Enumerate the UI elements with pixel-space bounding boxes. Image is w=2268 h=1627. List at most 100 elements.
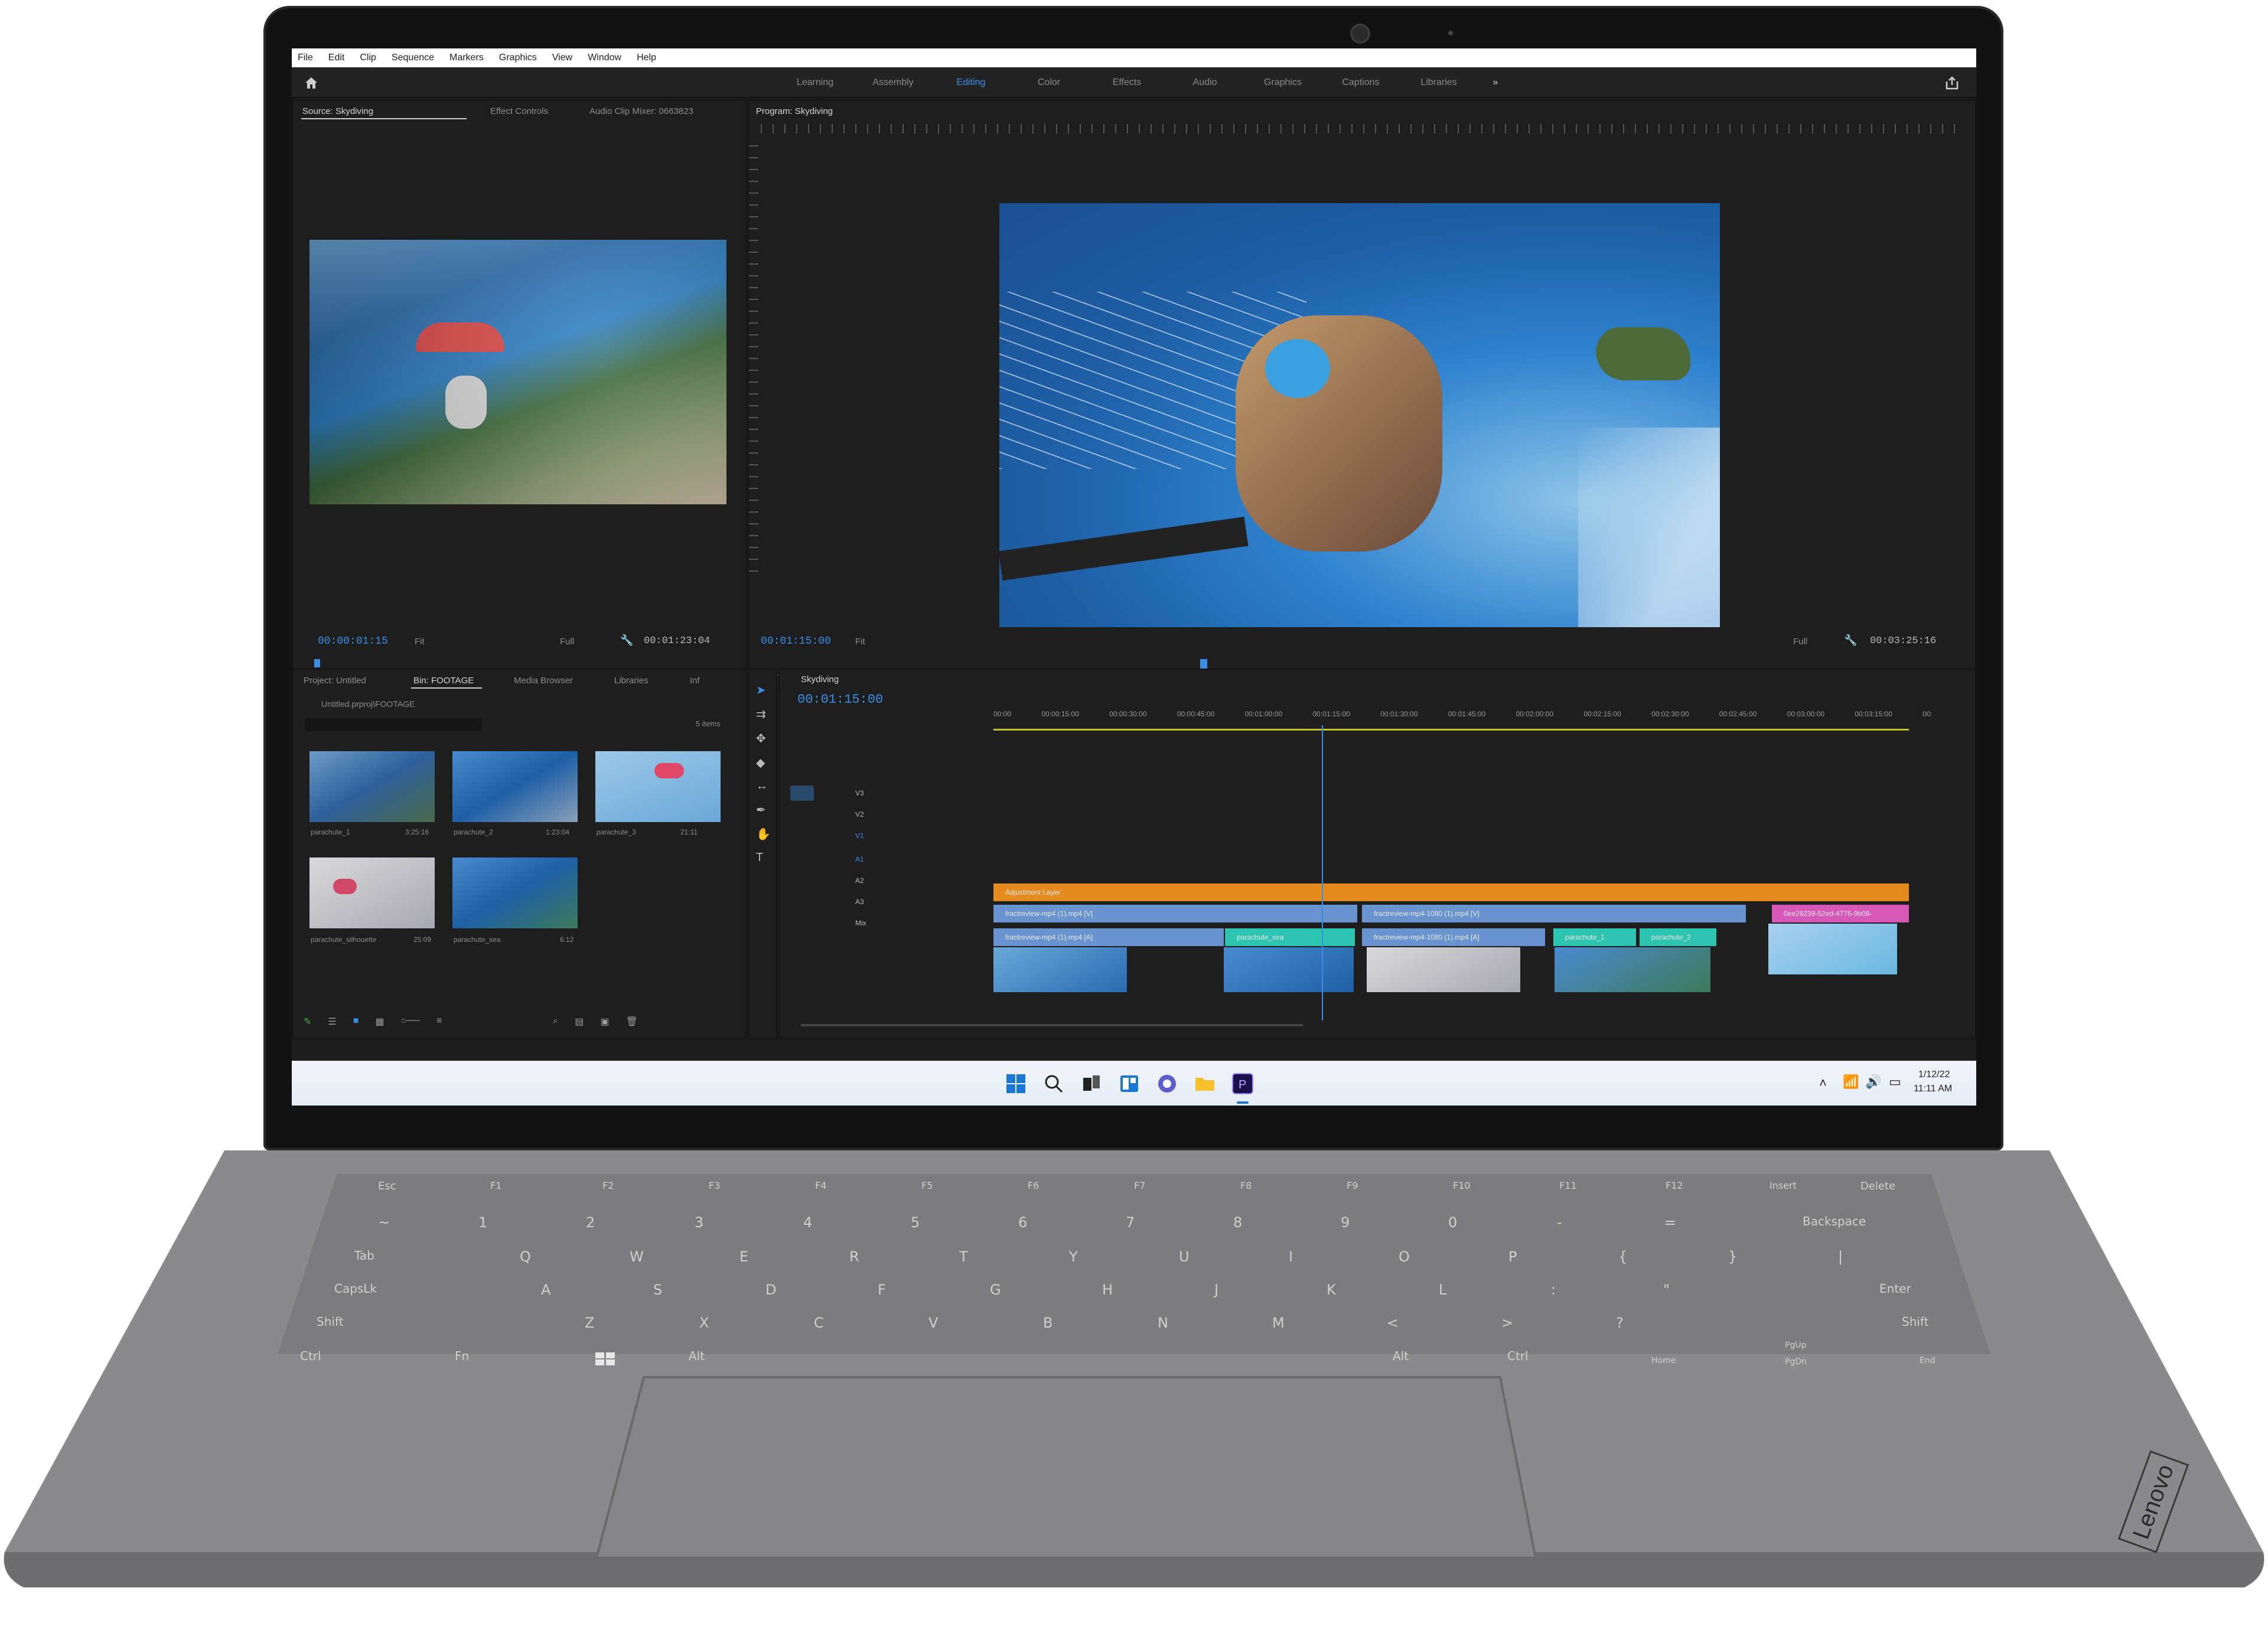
timeline-scrollbar[interactable] [801,1024,1303,1026]
home-icon[interactable] [304,76,319,90]
battery-icon[interactable]: ▭ [1889,1074,1901,1090]
key-p[interactable]: P [1508,1248,1517,1265]
key-alt-right[interactable]: Alt [1393,1349,1409,1363]
key-k[interactable]: K [1327,1282,1336,1298]
tab-sequence-skydiving[interactable]: Skydiving [801,674,839,684]
start-icon[interactable] [1004,1072,1028,1095]
key-f1[interactable]: F1 [490,1180,501,1191]
key-m[interactable]: M [1272,1315,1285,1331]
tab-effect-controls[interactable]: Effect Controls [490,106,548,116]
key-f12[interactable]: F12 [1666,1180,1683,1191]
workspace-libraries[interactable]: Libraries [1400,77,1478,88]
key-x[interactable]: X [699,1315,709,1331]
key-pgdn[interactable]: PgDn [1785,1357,1807,1367]
program-fit-select[interactable]: Fit [855,637,865,647]
clock-time[interactable]: 11:11 AM [1914,1084,1952,1094]
clip-v1a[interactable]: fractreview-mp4 (1).mp4 [V] [993,905,1357,922]
program-wrench-icon[interactable]: 🔧 [1844,634,1857,647]
teams-chat-icon[interactable] [1155,1072,1179,1095]
track-v1[interactable]: V1 [855,832,864,840]
key-ctrl-right[interactable]: Ctrl [1507,1349,1529,1363]
source-timecode[interactable]: 00:00:01:15 [318,635,388,647]
key-5[interactable]: 5 [911,1214,920,1231]
pen-tool-icon[interactable]: ✒ [756,803,771,817]
tray-chevron-icon[interactable]: ˄ [1819,1075,1827,1091]
key-2[interactable]: 2 [586,1214,595,1231]
track-v2[interactable]: V2 [855,810,864,819]
key-r[interactable]: R [849,1248,859,1265]
key-l[interactable]: L [1439,1282,1446,1298]
key-alt-left[interactable]: Alt [689,1349,705,1363]
ripple-edit-icon[interactable]: ✥ [756,731,771,746]
key-f9[interactable]: F9 [1347,1180,1358,1191]
tab-project[interactable]: Project: Untitled [304,676,366,686]
key-enter[interactable]: Enter [1879,1282,1911,1296]
touchpad[interactable] [644,1377,1500,1558]
search-icon[interactable] [1042,1072,1065,1095]
task-view-icon[interactable] [1080,1072,1103,1095]
menu-file[interactable]: File [298,53,313,63]
thumbnail-parachute-sea[interactable] [452,857,578,928]
key-insert[interactable]: Insert [1770,1180,1797,1191]
key-f2[interactable]: F2 [602,1180,614,1191]
key-e[interactable]: E [739,1248,748,1265]
freeform-view-icon[interactable]: ▦ [375,1016,384,1030]
sort-icon[interactable]: ≡ [436,1016,442,1030]
program-timecode[interactable]: 00:01:15:00 [761,635,831,647]
tab-bin-footage[interactable]: Bin: FOOTAGE [413,676,474,686]
key-slash[interactable]: ? [1616,1315,1624,1331]
key-d[interactable]: D [765,1282,776,1298]
key-f5[interactable]: F5 [921,1180,933,1191]
clip-v1b[interactable]: fractreview-mp4-1080 (1).mp4 [V] [1362,905,1746,922]
key-3[interactable]: 3 [695,1214,703,1231]
key-minus[interactable]: - [1557,1214,1562,1231]
key-quote[interactable]: " [1663,1282,1670,1298]
menu-help[interactable]: Help [637,53,656,63]
key-shift-left[interactable]: Shift [317,1315,343,1329]
tab-audio-clip-mixer[interactable]: Audio Clip Mixer: 0663823 [589,106,693,116]
key-7[interactable]: 7 [1126,1214,1135,1231]
type-tool-icon[interactable]: T [756,851,771,865]
icon-view-icon[interactable]: ■ [353,1016,359,1030]
key-f7[interactable]: F7 [1134,1180,1145,1191]
thumbnail-parachute-silhouette[interactable] [309,857,435,928]
zoom-slider-icon[interactable]: ○── [401,1016,420,1030]
source-playhead-icon[interactable] [314,659,320,667]
key-tilde[interactable]: ~ [378,1214,390,1231]
key-period[interactable]: > [1501,1315,1513,1331]
program-quality-select[interactable]: Full [1793,637,1807,647]
pencil-icon[interactable]: ✎ [304,1016,311,1030]
workspace-effects[interactable]: Effects [1088,77,1166,88]
track-a1[interactable]: A1 [855,855,864,863]
file-explorer-icon[interactable] [1193,1072,1217,1095]
key-b[interactable]: B [1043,1315,1052,1331]
program-playhead-icon[interactable] [1200,659,1207,669]
source-fit-select[interactable]: Fit [415,637,425,647]
trash-icon[interactable]: 🗑 [625,1016,637,1030]
key-9[interactable]: 9 [1341,1214,1350,1231]
key-f6[interactable]: F6 [1028,1180,1039,1191]
thumbnail-parachute-1[interactable] [309,751,435,822]
hand-tool-icon[interactable]: ✋ [756,827,771,842]
menu-edit[interactable]: Edit [328,53,345,63]
workspace-graphics[interactable]: Graphics [1244,77,1322,88]
key-home[interactable]: Home [1651,1356,1676,1365]
key-f8[interactable]: F8 [1240,1180,1252,1191]
key-equals[interactable]: = [1664,1214,1676,1231]
key-end[interactable]: End [1920,1356,1935,1365]
track-a3[interactable]: A3 [855,898,864,906]
premiere-pro-icon[interactable]: P [1231,1072,1254,1095]
new-item-icon[interactable]: ▣ [600,1016,609,1030]
razor-tool-icon[interactable]: ◆ [756,755,771,770]
track-select-icon[interactable]: ⇉ [756,707,771,722]
tab-libraries[interactable]: Libraries [614,676,649,686]
source-quality-select[interactable]: Full [560,637,574,647]
workspace-captions[interactable]: Captions [1322,77,1400,88]
key-c[interactable]: C [814,1315,824,1331]
clock-date[interactable]: 1/12/22 [1918,1070,1950,1080]
key-f4[interactable]: F4 [815,1180,826,1191]
share-icon[interactable] [1944,76,1960,90]
clip-a1e[interactable]: parachute_2 [1640,928,1716,946]
key-v[interactable]: V [928,1315,938,1331]
selection-tool-icon[interactable]: ➤ [756,683,771,697]
